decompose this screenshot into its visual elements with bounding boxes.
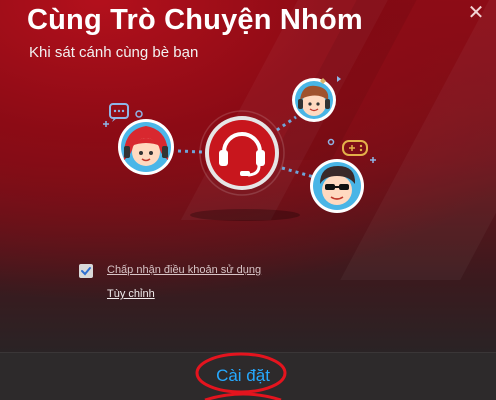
terms-link[interactable]: Chấp nhận điều khoản sử dụng (107, 264, 261, 276)
boy-avatar-icon (292, 78, 336, 122)
customize-link[interactable]: Tùy chỉnh (107, 288, 155, 300)
sparkle-plus (370, 157, 376, 163)
center-shadow (190, 209, 300, 221)
chat-bubble-icon (109, 103, 129, 122)
terms-row: Chấp nhận điều khoản sử dụng (79, 262, 339, 280)
terms-checkbox[interactable] (79, 264, 93, 278)
installer-panel: Cùng Trò Chuyện Nhóm Khi sát cánh cùng b… (0, 0, 496, 352)
sparkle-circle (135, 110, 143, 118)
sunglasses-avatar-icon (310, 159, 364, 213)
install-button[interactable]: Cài đặt (200, 364, 286, 388)
headset-icon (199, 110, 285, 196)
girl-avatar-icon (118, 119, 174, 175)
gamepad-bubble-icon (342, 140, 368, 156)
checkmark-icon (81, 267, 91, 276)
footer-bar: Cài đặt (0, 352, 496, 400)
sparkle-circle (327, 138, 335, 146)
sparkle-plus (103, 121, 109, 127)
sparkle-triangle (337, 76, 341, 82)
group-chat-illustration (103, 76, 376, 221)
